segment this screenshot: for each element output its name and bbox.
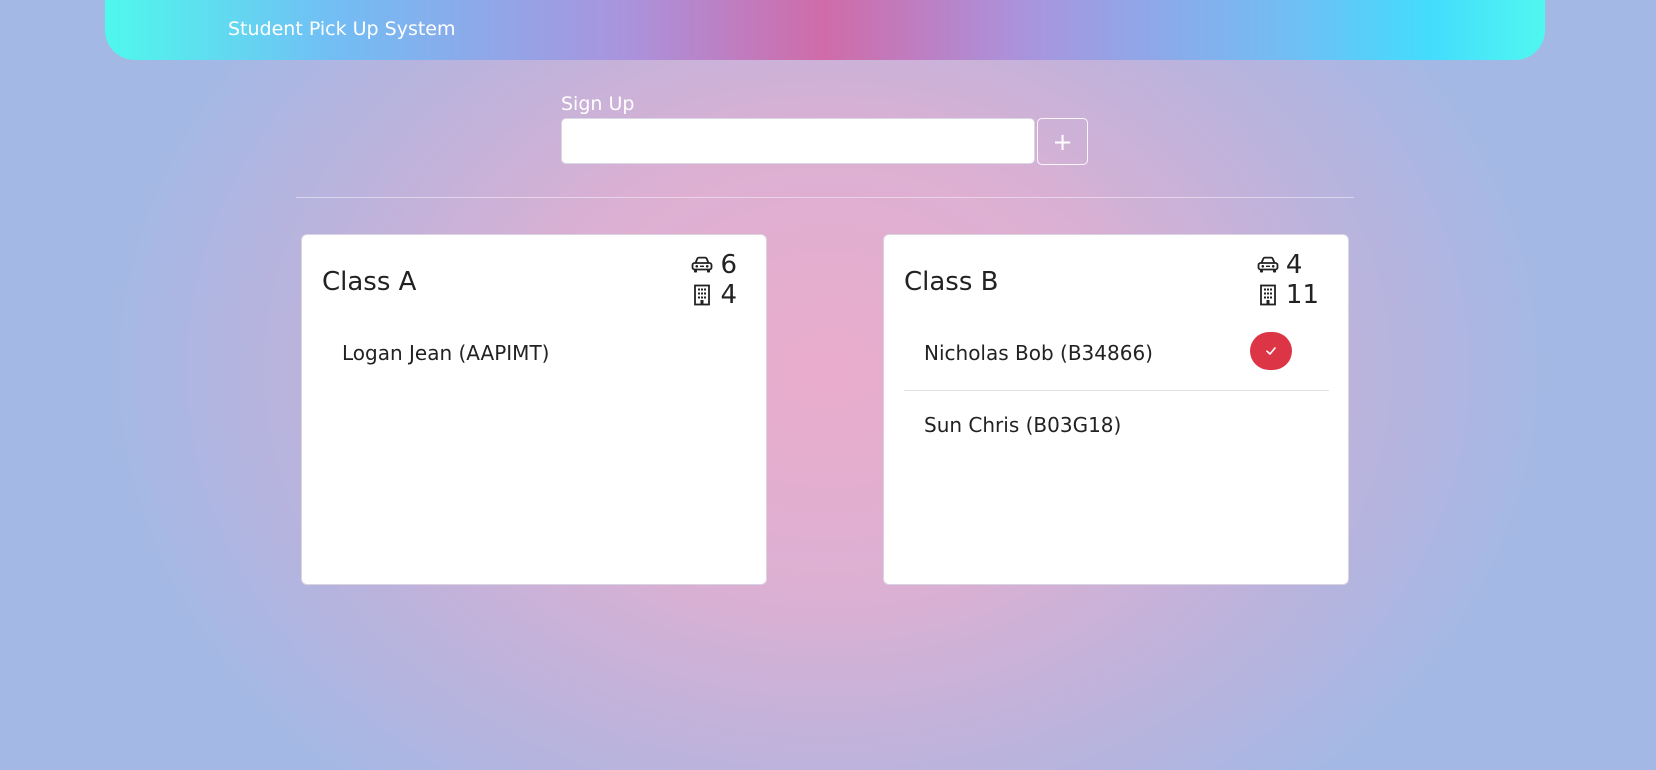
class-title: Class B: [904, 267, 999, 297]
list-item[interactable]: Logan Jean (AAPIMT): [322, 320, 747, 390]
navbar-brand[interactable]: Student Pick Up System: [228, 17, 456, 41]
car-count: 4: [1285, 250, 1303, 280]
navbar: Student Pick Up System: [105, 0, 1545, 60]
student-name: Sun Chris (B03G18): [924, 413, 1122, 437]
class-stats: 4 11: [1256, 250, 1319, 310]
student-name: Nicholas Bob (B34866): [924, 341, 1153, 365]
class-stats: 6 4: [690, 250, 737, 310]
check-icon: [1266, 347, 1276, 355]
signup-label: Sign Up: [561, 93, 635, 115]
list-item[interactable]: Sun Chris (B03G18): [904, 390, 1329, 460]
class-title: Class A: [322, 267, 417, 297]
building-count: 11: [1285, 280, 1319, 310]
signup-form: Sign Up +: [561, 92, 1088, 165]
class-card-b: Class B 4 11 Nicholas Bob (B34866) Sun C…: [883, 234, 1349, 585]
student-list: Nicholas Bob (B34866) Sun Chris (B03G18): [904, 320, 1329, 460]
building-icon: [1256, 284, 1280, 306]
add-button[interactable]: +: [1037, 118, 1088, 165]
car-count: 6: [720, 250, 737, 280]
confirm-pickup-button[interactable]: [1250, 332, 1292, 370]
building-icon: [690, 284, 714, 306]
signup-row: +: [561, 118, 1088, 165]
building-count: 4: [720, 280, 737, 310]
divider: [296, 197, 1354, 198]
car-count-row: 6: [690, 250, 737, 280]
car-front-icon: [1256, 256, 1280, 274]
building-count-row: 11: [1256, 280, 1319, 310]
building-count-row: 4: [690, 280, 737, 310]
student-list: Logan Jean (AAPIMT): [322, 320, 747, 390]
list-item[interactable]: Nicholas Bob (B34866): [904, 320, 1329, 390]
student-name: Logan Jean (AAPIMT): [342, 341, 550, 365]
car-front-icon: [690, 256, 714, 274]
car-count-row: 4: [1256, 250, 1319, 280]
class-card-a: Class A 6 4 Logan Jean (AAPIMT): [301, 234, 767, 585]
signup-input[interactable]: [561, 118, 1035, 164]
